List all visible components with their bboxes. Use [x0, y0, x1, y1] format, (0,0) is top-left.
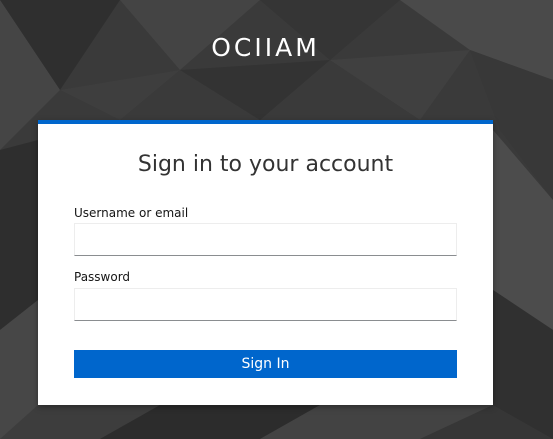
sign-in-button[interactable]: Sign In	[74, 350, 457, 378]
username-label: Username or email	[74, 206, 189, 220]
realm-title: OCIIAM	[211, 33, 320, 62]
password-input[interactable]	[74, 288, 457, 321]
login-card: Sign in to your account Username or emai…	[38, 120, 493, 405]
login-title: Sign in to your account	[137, 152, 394, 177]
username-input[interactable]	[74, 223, 457, 256]
password-label: Password	[74, 270, 131, 284]
